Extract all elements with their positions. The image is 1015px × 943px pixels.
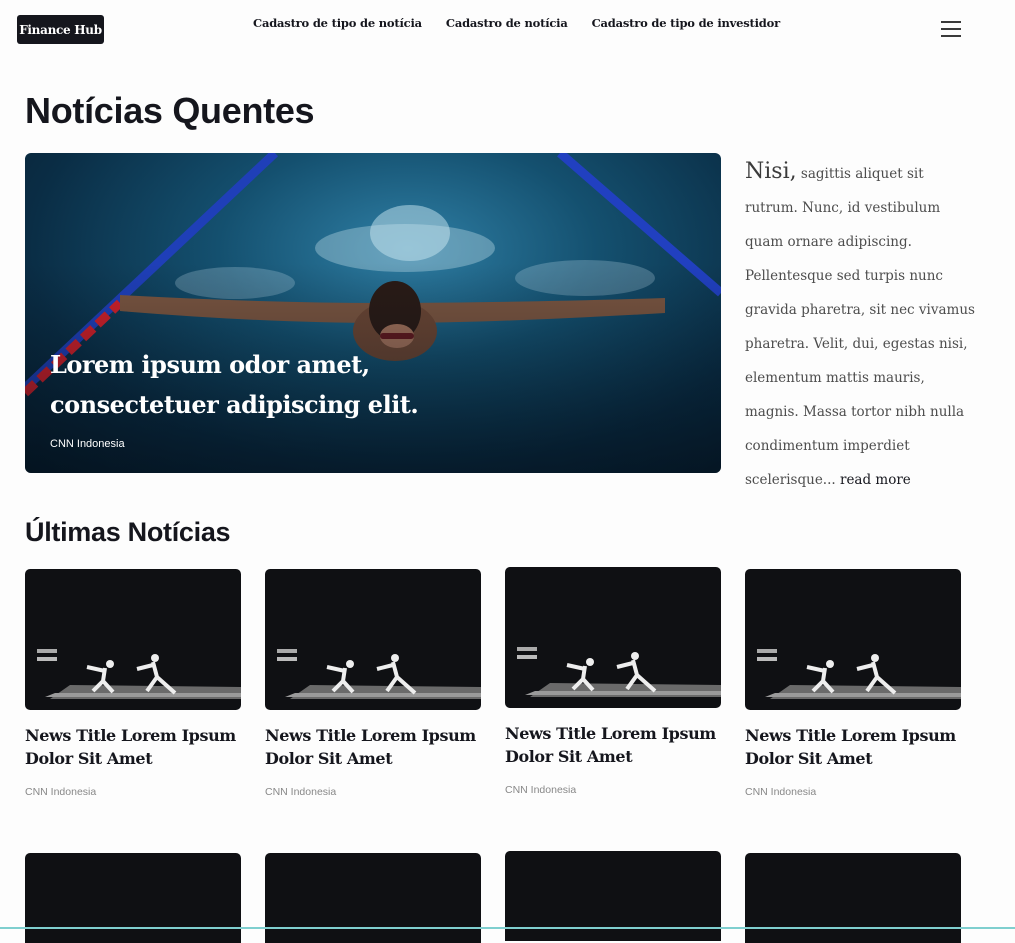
main-nav: Cadastro de tipo de notícia Cadastro de … bbox=[253, 16, 804, 30]
featured-news-title[interactable]: Lorem ipsum odor amet, consectetuer adip… bbox=[50, 345, 470, 425]
excerpt-lead: Nisi, bbox=[745, 159, 797, 184]
news-card[interactable]: News Title Lorem Ipsum Dolor Sit Amet CN… bbox=[265, 569, 481, 798]
news-card[interactable]: News Title Lorem Ipsum Dolor Sit Amet CN… bbox=[745, 569, 961, 798]
hamburger-menu-icon[interactable] bbox=[941, 21, 961, 38]
excerpt-body: sagittis aliquet sit rutrum. Nunc, id ve… bbox=[745, 166, 975, 488]
latest-news-heading: Últimas Notícias bbox=[25, 517, 231, 547]
news-card-title[interactable]: News Title Lorem Ipsum Dolor Sit Amet bbox=[25, 724, 241, 770]
featured-news-source: CNN Indonesia bbox=[50, 438, 125, 450]
news-card-title[interactable]: News Title Lorem Ipsum Dolor Sit Amet bbox=[505, 722, 721, 768]
news-card-title[interactable]: News Title Lorem Ipsum Dolor Sit Amet bbox=[265, 724, 481, 770]
news-card-source: CNN Indonesia bbox=[25, 786, 97, 798]
hot-news-heading: Notícias Quentes bbox=[25, 90, 315, 131]
nav-link-investor-type[interactable]: Cadastro de tipo de investidor bbox=[592, 16, 781, 30]
nav-link-news-type[interactable]: Cadastro de tipo de notícia bbox=[253, 16, 422, 30]
news-card-source: CNN Indonesia bbox=[505, 784, 577, 796]
news-thumbnail bbox=[505, 567, 721, 708]
news-card[interactable]: News Title Lorem Ipsum Dolor Sit Amet CN… bbox=[505, 567, 721, 796]
featured-news-excerpt: Nisi, sagittis aliquet sit rutrum. Nunc,… bbox=[745, 155, 975, 497]
news-card[interactable]: News Title Lorem Ipsum Dolor Sit Amet CN… bbox=[25, 569, 241, 798]
featured-news-card[interactable]: Lorem ipsum odor amet, consectetuer adip… bbox=[25, 153, 721, 473]
news-thumbnail[interactable] bbox=[265, 853, 481, 943]
nav-link-news[interactable]: Cadastro de notícia bbox=[446, 16, 568, 30]
news-thumbnail bbox=[265, 569, 481, 710]
news-thumbnail bbox=[25, 569, 241, 710]
news-thumbnail[interactable] bbox=[745, 853, 961, 943]
brand-logo[interactable]: Finance Hub bbox=[17, 15, 104, 44]
news-thumbnail bbox=[745, 569, 961, 710]
news-card-title[interactable]: News Title Lorem Ipsum Dolor Sit Amet bbox=[745, 724, 961, 770]
news-card-source: CNN Indonesia bbox=[745, 786, 817, 798]
news-card-source: CNN Indonesia bbox=[265, 786, 337, 798]
news-thumbnail[interactable] bbox=[25, 853, 241, 943]
read-more-link[interactable]: read more bbox=[840, 472, 911, 488]
